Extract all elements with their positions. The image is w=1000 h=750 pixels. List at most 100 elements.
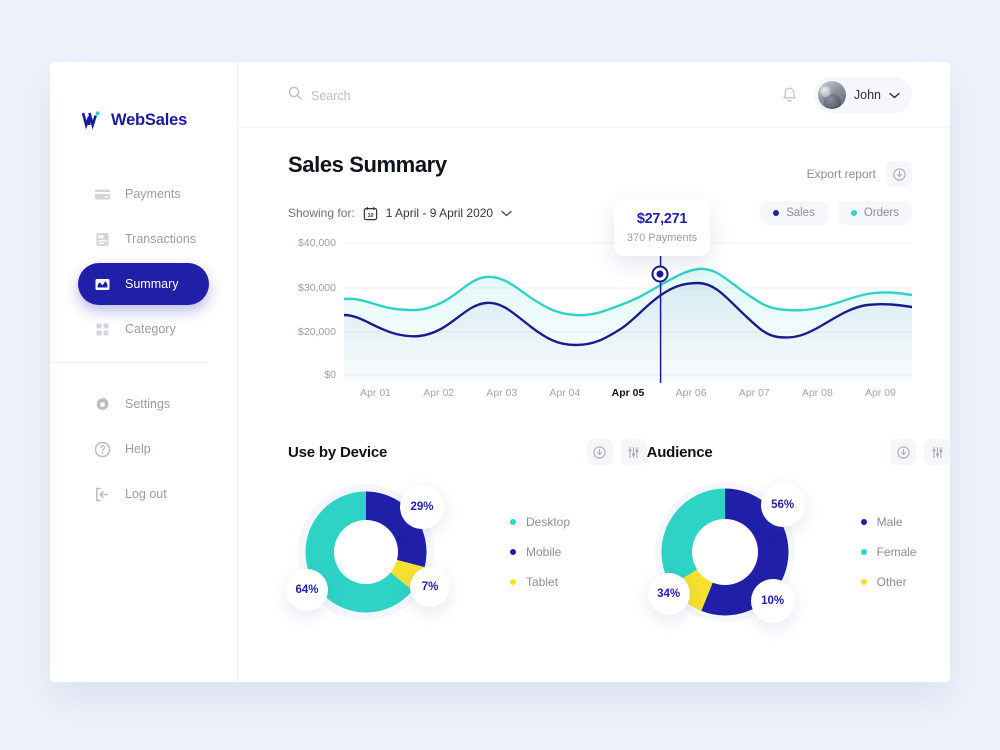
tooltip-value: $27,271	[636, 211, 688, 227]
device-legend: Desktop Mobile Tablet	[510, 507, 570, 597]
legend-label: Female	[876, 545, 917, 559]
profile-name: John	[853, 88, 881, 102]
sidebar-item-label: Summary	[125, 277, 179, 291]
sidebar-nav-primary: Payments Transactions Summary Category	[50, 170, 237, 353]
tooltip-subtitle: 370 Payments	[626, 232, 698, 244]
legend-pill-label: Orders	[863, 207, 899, 219]
filter-row: Showing for: 10 1 April - 9 April 2020 S…	[238, 187, 950, 225]
x-tick-label: Apr 02	[423, 387, 455, 399]
page-header: Sales Summary Export report	[238, 128, 950, 187]
sidebar-item-category[interactable]: Category	[78, 308, 209, 350]
audience-filter-button[interactable]	[924, 439, 950, 465]
bubble-label: 29%	[410, 501, 434, 513]
card-actions	[586, 439, 647, 465]
date-filter[interactable]: Showing for: 10 1 April - 9 April 2020	[288, 206, 512, 221]
legend-pill-orders[interactable]: Orders	[837, 201, 912, 225]
legend-item-other[interactable]: Other	[860, 567, 917, 597]
y-tick-label: $0	[324, 369, 336, 381]
audience-donut-chart: 56% 10% 34%	[647, 477, 817, 627]
legend-label: Desktop	[526, 515, 571, 529]
export-report-label: Export report	[806, 167, 876, 181]
card-body: 56% 10% 34% Male Female Other	[647, 477, 950, 627]
search-icon	[288, 86, 302, 105]
audience-download-button[interactable]	[890, 439, 916, 465]
profile-menu[interactable]: John	[813, 77, 912, 113]
chart-svg	[342, 242, 914, 383]
audience-bubble-male: 56%	[760, 483, 805, 527]
sidebar-item-summary[interactable]: Summary	[78, 263, 209, 305]
date-range-value: 1 April - 9 April 2020	[385, 206, 494, 220]
sidebar-item-help[interactable]: Help	[78, 428, 209, 470]
bubble-label: 34%	[657, 588, 681, 600]
export-report-control[interactable]: Export report	[807, 161, 912, 187]
sidebar-item-settings[interactable]: Settings	[78, 383, 209, 425]
bell-icon[interactable]	[781, 86, 798, 104]
legend-dot	[510, 579, 516, 585]
card-icon	[94, 186, 111, 203]
legend-label: Male	[876, 515, 903, 529]
chart-bar-icon	[94, 276, 111, 293]
legend-item-tablet[interactable]: Tablet	[510, 567, 570, 597]
card-actions	[890, 439, 950, 465]
sidebar-item-label: Category	[125, 322, 176, 336]
bubble-label: 7%	[421, 581, 439, 593]
selected-point-marker[interactable]	[651, 265, 669, 283]
sliders-icon	[628, 446, 639, 458]
device-bubble-tablet: 7%	[410, 567, 450, 607]
y-tick-label: $40,000	[298, 237, 336, 249]
download-icon	[896, 445, 910, 459]
question-circle-icon	[94, 441, 111, 458]
gear-icon	[94, 396, 111, 413]
device-download-button[interactable]	[586, 439, 613, 465]
chevron-down-icon[interactable]	[501, 206, 512, 220]
search-input[interactable]	[311, 88, 491, 103]
use-by-device-card: Use by Device 29% 7% 64% Desktop Mobile …	[286, 437, 647, 627]
search-box[interactable]	[288, 86, 491, 105]
x-tick-label: Apr 09	[864, 387, 896, 399]
dashboard-window: WebSales Payments Transactions Summary C…	[50, 62, 950, 682]
brand-logo[interactable]: WebSales	[81, 110, 187, 130]
receipt-icon	[94, 231, 111, 248]
avatar	[817, 81, 846, 109]
sidebar-item-logout[interactable]: Log out	[78, 473, 209, 515]
legend-pill-label: Sales	[786, 207, 815, 219]
x-axis: Apr 01 Apr 02 Apr 03 Apr 04 Apr 05 Apr 0…	[344, 387, 912, 399]
legend-item-female[interactable]: Female	[860, 537, 917, 567]
audience-bubble-female: 34%	[647, 573, 690, 615]
device-filter-button[interactable]	[620, 439, 647, 465]
x-tick-label: Apr 06	[675, 387, 707, 399]
sidebar-item-label: Transactions	[125, 232, 197, 246]
sidebar-item-payments[interactable]: Payments	[78, 173, 209, 215]
x-tick-label: Apr 08	[801, 387, 833, 399]
download-icon	[892, 167, 906, 181]
x-tick-label: Apr 03	[486, 387, 518, 399]
sidebar-item-transactions[interactable]: Transactions	[78, 218, 209, 260]
legend-dot	[850, 210, 857, 216]
card-header: Audience	[647, 437, 950, 467]
sidebar-item-label: Help	[125, 442, 151, 456]
device-donut-chart: 29% 7% 64%	[286, 477, 458, 627]
legend-item-mobile[interactable]: Mobile	[510, 537, 570, 567]
export-download-button[interactable]	[886, 161, 912, 187]
legend-dot	[773, 210, 780, 216]
download-icon	[593, 445, 606, 459]
legend-pill-sales[interactable]: Sales	[760, 201, 828, 225]
sidebar-divider	[50, 362, 208, 363]
device-bubble-desktop: 64%	[286, 569, 328, 611]
donut-cards-row: Use by Device 29% 7% 64% Desktop Mobile …	[238, 437, 950, 627]
x-tick-label-selected: Apr 05	[611, 387, 645, 399]
card-header: Use by Device	[288, 437, 647, 467]
legend-item-male[interactable]: Male	[860, 507, 917, 537]
legend-dot	[860, 519, 867, 525]
legend-label: Other	[876, 575, 907, 589]
bubble-label: 10%	[761, 595, 785, 607]
bubble-label: 56%	[771, 499, 795, 511]
chart-tooltip: $27,271 370 Payments	[614, 199, 710, 256]
audience-card: Audience 56% 10% 34% Male Female Other	[647, 437, 950, 627]
x-tick-label: Apr 07	[738, 387, 770, 399]
x-tick-label: Apr 04	[549, 387, 581, 399]
sidebar-item-label: Settings	[125, 397, 171, 411]
legend-item-desktop[interactable]: Desktop	[510, 507, 570, 537]
y-tick-label: $30,000	[298, 282, 336, 294]
card-body: 29% 7% 64% Desktop Mobile Tablet	[286, 477, 647, 627]
